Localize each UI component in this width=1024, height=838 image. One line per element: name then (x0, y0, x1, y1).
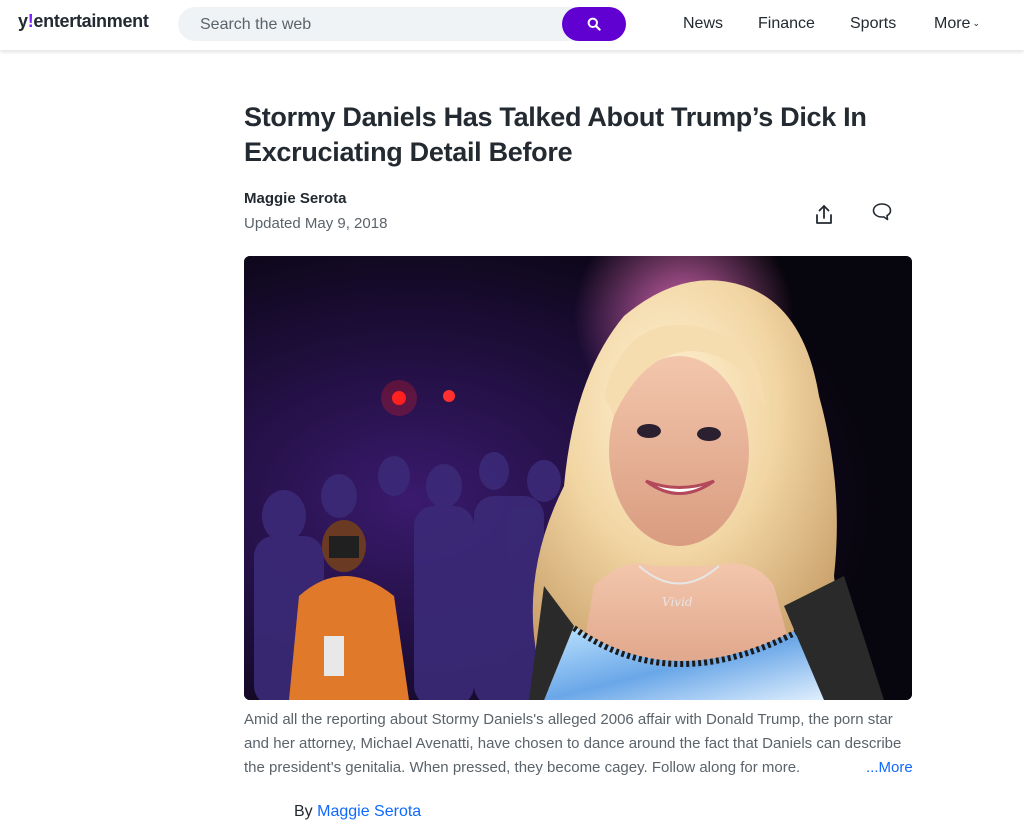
chevron-down-icon: ⌄ (972, 18, 980, 28)
nav-sports[interactable]: Sports (850, 15, 896, 33)
nav-more[interactable]: More ⌄ (934, 15, 980, 33)
author-name[interactable]: Maggie Serota (244, 190, 347, 207)
top-header: y!entertainment News Finance Sports More… (0, 0, 1024, 50)
search-button[interactable] (562, 7, 626, 41)
search-bar (178, 7, 626, 41)
share-icon (816, 205, 832, 224)
byline: By Maggie Serota (294, 803, 421, 821)
byline-author-link[interactable]: Maggie Serota (317, 803, 421, 820)
updated-date: Updated May 9, 2018 (244, 215, 388, 232)
logo-y: y (18, 11, 28, 31)
svg-text:Vivid: Vivid (662, 595, 693, 609)
share-button[interactable] (812, 203, 836, 227)
search-input[interactable] (198, 14, 562, 36)
yahoo-entertainment-logo[interactable]: y!entertainment (18, 11, 149, 32)
logo-text: entertainment (33, 11, 149, 31)
more-link[interactable]: ...More (864, 756, 913, 780)
comment-button[interactable] (870, 200, 894, 224)
search-icon (587, 17, 601, 31)
article-title: Stormy Daniels Has Talked About Trump’s … (244, 102, 867, 167)
article-summary: Amid all the reporting about Stormy Dani… (244, 711, 902, 776)
byline-prefix: By (294, 803, 313, 820)
hero-image[interactable]: Vivid (244, 256, 912, 700)
nav-news[interactable]: News (683, 15, 723, 33)
nav-more-label: More (934, 15, 971, 32)
comment-icon (872, 203, 892, 221)
nav-finance[interactable]: Finance (758, 15, 815, 33)
